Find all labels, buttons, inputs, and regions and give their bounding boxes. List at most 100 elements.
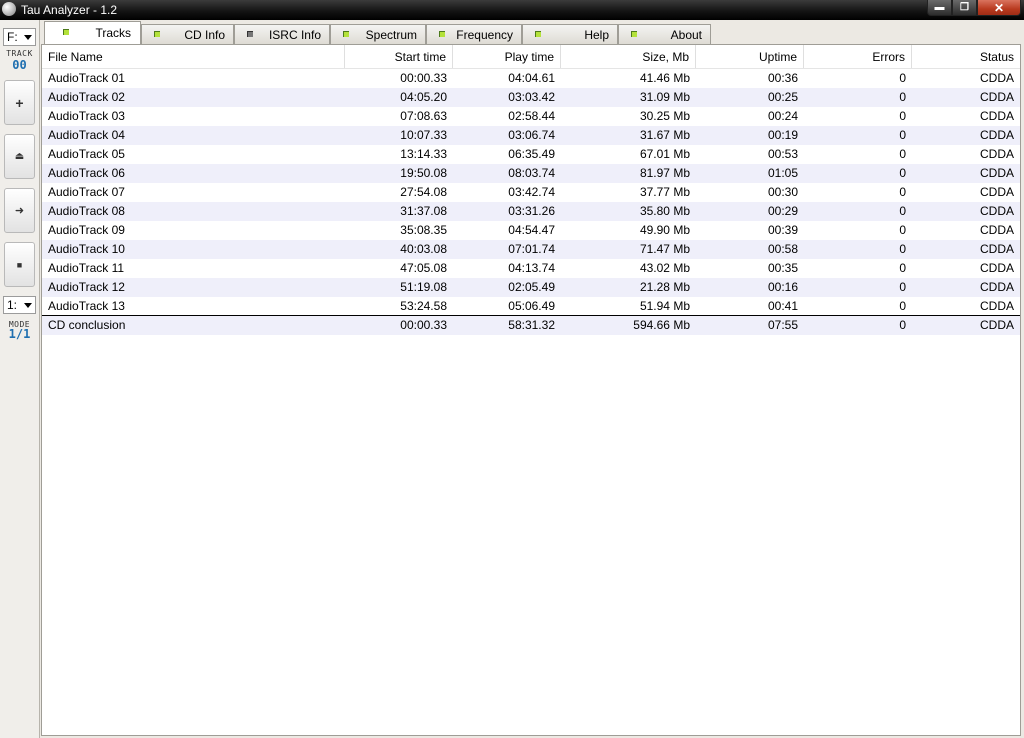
tab-label: Frequency <box>456 27 513 42</box>
table-row[interactable]: AudioTrack 03 07:08.63 02:58.44 30.25 Mb 00:… <box>42 107 1020 126</box>
table-row[interactable]: AudioTrack 11 47:05.08 04:13.74 43.02 Mb 00:… <box>42 259 1020 278</box>
table-row[interactable]: AudioTrack 06 19:50.08 08:03.74 81.97 Mb 01:… <box>42 164 1020 183</box>
cell-start-time: 07:08.63 <box>400 109 447 123</box>
table-row[interactable]: AudioTrack 01 00:00.33 04:04.61 41.46 Mb 00:… <box>42 69 1020 88</box>
cell-errors: 0 <box>899 147 906 161</box>
mode-select[interactable]: 1: <box>3 296 36 314</box>
cell-play-time: 03:42.74 <box>508 185 555 199</box>
cell-errors: 0 <box>899 204 906 218</box>
window-controls: ▬ ❐ ✕ <box>927 0 1021 17</box>
stop-icon: ■ <box>16 259 23 270</box>
column-uptime[interactable]: Uptime <box>696 45 804 68</box>
cell-uptime: 00:16 <box>767 280 798 294</box>
tab-help[interactable]: Help <box>522 24 618 44</box>
cell-file-name: AudioTrack 13 <box>48 299 125 313</box>
cell-start-time: 13:14.33 <box>400 147 447 161</box>
cell-uptime: 00:24 <box>767 109 798 123</box>
table-row[interactable]: AudioTrack 12 51:19.08 02:05.49 21.28 Mb 00:… <box>42 278 1020 297</box>
cell-file-name: CD conclusion <box>48 318 126 332</box>
cell-file-name: AudioTrack 02 <box>48 90 125 104</box>
tab-spectrum[interactable]: Spectrum <box>330 24 426 44</box>
cell-status: CDDA <box>979 71 1014 85</box>
table-row[interactable]: AudioTrack 07 27:54.08 03:42.74 37.77 Mb 00:… <box>42 183 1020 202</box>
close-button[interactable]: ✕ <box>977 0 1021 16</box>
app-icon[interactable] <box>2 2 16 16</box>
plus-icon: + <box>15 94 24 111</box>
tab-frequency[interactable]: Frequency <box>426 24 522 44</box>
cell-file-name: AudioTrack 04 <box>48 128 125 142</box>
title-bar[interactable]: Tau Analyzer - 1.2 ▬ ❐ ✕ <box>0 0 1024 20</box>
table-row-total[interactable]: CD conclusion 00:00.33 58:31.32 594.66 Mb 07… <box>42 315 1020 335</box>
cell-file-name: AudioTrack 06 <box>48 166 125 180</box>
window-title: Tau Analyzer - 1.2 <box>21 3 118 17</box>
cell-file-name: AudioTrack 01 <box>48 71 125 85</box>
tab-cd-info[interactable]: CD Info <box>141 24 234 44</box>
cell-file-name: AudioTrack 03 <box>48 109 125 123</box>
cell-status: CDDA <box>979 299 1014 313</box>
cell-uptime: 00:29 <box>767 204 798 218</box>
table-row[interactable]: AudioTrack 13 53:24.58 05:06.49 51.94 Mb 00:… <box>42 297 1020 316</box>
column-file-name[interactable]: File Name <box>42 45 345 68</box>
cell-play-time: 02:05.49 <box>508 280 555 294</box>
cell-status: CDDA <box>979 128 1014 142</box>
tab-bar: Tracks CD Info ISRC Info Spectrum Freque… <box>44 21 711 44</box>
cell-errors: 0 <box>899 318 906 332</box>
table-row[interactable]: AudioTrack 10 40:03.08 07:01.74 71.47 Mb 00:… <box>42 240 1020 259</box>
table-row[interactable]: AudioTrack 05 13:14.33 06:35.49 67.01 Mb 00:… <box>42 145 1020 164</box>
stop-button[interactable]: ■ <box>4 242 35 287</box>
cell-size: 49.90 Mb <box>639 223 690 237</box>
cell-play-time: 03:06.74 <box>508 128 555 142</box>
cell-play-time: 03:03.42 <box>508 90 555 104</box>
cell-errors: 0 <box>899 261 906 275</box>
cell-errors: 0 <box>899 223 906 237</box>
green-led-icon <box>63 29 69 35</box>
green-led-icon <box>535 31 541 37</box>
cell-size: 51.94 Mb <box>639 299 690 313</box>
maximize-button[interactable]: ❐ <box>952 0 977 16</box>
eject-button[interactable]: ⏏ <box>4 134 35 179</box>
tab-label: About <box>670 27 702 42</box>
start-button[interactable]: ➜ <box>4 188 35 233</box>
cell-play-time: 04:54.47 <box>508 223 555 237</box>
tab-label: Tracks <box>95 26 131 40</box>
cell-uptime: 00:30 <box>767 185 798 199</box>
cell-size: 31.67 Mb <box>639 128 690 142</box>
cell-errors: 0 <box>899 185 906 199</box>
cell-start-time: 47:05.08 <box>400 261 447 275</box>
cell-status: CDDA <box>979 261 1014 275</box>
column-status[interactable]: Status <box>912 45 1020 68</box>
cell-errors: 0 <box>899 299 906 313</box>
cell-start-time: 31:37.08 <box>400 204 447 218</box>
tab-isrc-info[interactable]: ISRC Info <box>234 24 330 44</box>
tab-tracks[interactable]: Tracks <box>44 21 141 44</box>
cell-errors: 0 <box>899 166 906 180</box>
column-start-time[interactable]: Start time <box>345 45 453 68</box>
column-errors[interactable]: Errors <box>804 45 912 68</box>
cell-file-name: AudioTrack 08 <box>48 204 125 218</box>
table-row[interactable]: AudioTrack 02 04:05.20 03:03.42 31.09 Mb 00:… <box>42 88 1020 107</box>
cell-start-time: 04:05.20 <box>400 90 447 104</box>
column-size[interactable]: Size, Mb <box>561 45 696 68</box>
minimize-icon: ▬ <box>934 2 945 13</box>
table-row[interactable]: AudioTrack 04 10:07.33 03:06.74 31.67 Mb 00:… <box>42 126 1020 145</box>
cell-errors: 0 <box>899 90 906 104</box>
add-button[interactable]: + <box>4 80 35 125</box>
column-play-time[interactable]: Play time <box>453 45 561 68</box>
table-row[interactable]: AudioTrack 09 35:08.35 04:54.47 49.90 Mb 00:… <box>42 221 1020 240</box>
cell-file-name: AudioTrack 09 <box>48 223 125 237</box>
cell-errors: 0 <box>899 128 906 142</box>
cell-uptime: 01:05 <box>767 166 798 180</box>
cell-play-time: 58:31.32 <box>508 318 555 332</box>
cell-play-time: 02:58.44 <box>508 109 555 123</box>
cell-errors: 0 <box>899 280 906 294</box>
green-led-icon <box>343 31 349 37</box>
cell-uptime: 00:58 <box>767 242 798 256</box>
cell-uptime: 00:39 <box>767 223 798 237</box>
drive-select[interactable]: F: <box>3 28 36 46</box>
table-row[interactable]: AudioTrack 08 31:37.08 03:31.26 35.80 Mb 00:… <box>42 202 1020 221</box>
cell-status: CDDA <box>979 318 1014 332</box>
minimize-button[interactable]: ▬ <box>927 0 952 16</box>
cell-uptime: 00:35 <box>767 261 798 275</box>
cell-play-time: 05:06.49 <box>508 299 555 313</box>
tab-about[interactable]: About <box>618 24 711 44</box>
